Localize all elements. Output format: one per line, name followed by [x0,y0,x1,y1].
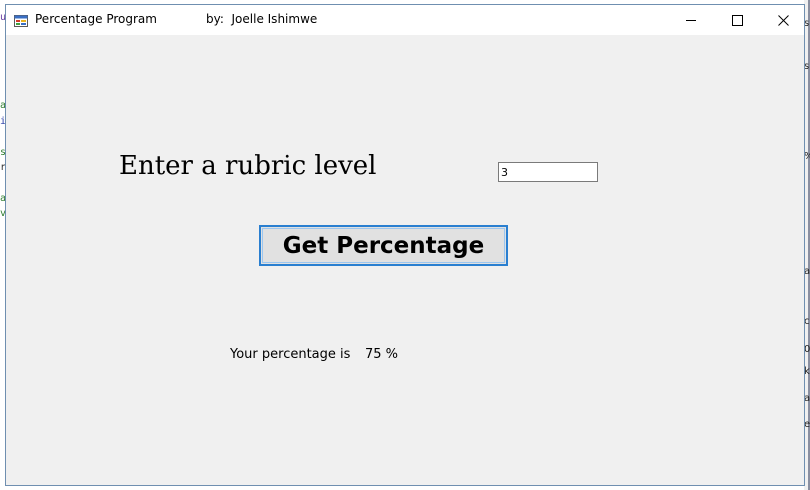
title-bar[interactable]: Percentage Program by: Joelle Ishimwe [6,5,804,35]
minimize-button[interactable] [668,5,714,35]
minimize-icon [685,11,697,30]
result-label: Your percentage is [230,347,351,362]
rubric-level-input[interactable] [498,162,598,182]
close-button[interactable] [760,5,806,35]
rubric-level-label: Enter a rubric level [119,151,377,181]
window-author: by: Joelle Ishimwe [206,12,318,26]
close-icon [777,11,789,30]
app-window: Percentage Program by: Joelle Ishimwe En… [5,4,805,486]
window-title: Percentage Program [35,12,157,26]
result-value: 75 % [365,347,399,362]
maximize-button[interactable] [714,5,760,35]
get-percentage-button[interactable]: Get Percentage [259,225,508,266]
maximize-icon [731,11,743,30]
get-percentage-button-label: Get Percentage [262,228,505,263]
app-icon [14,13,28,27]
